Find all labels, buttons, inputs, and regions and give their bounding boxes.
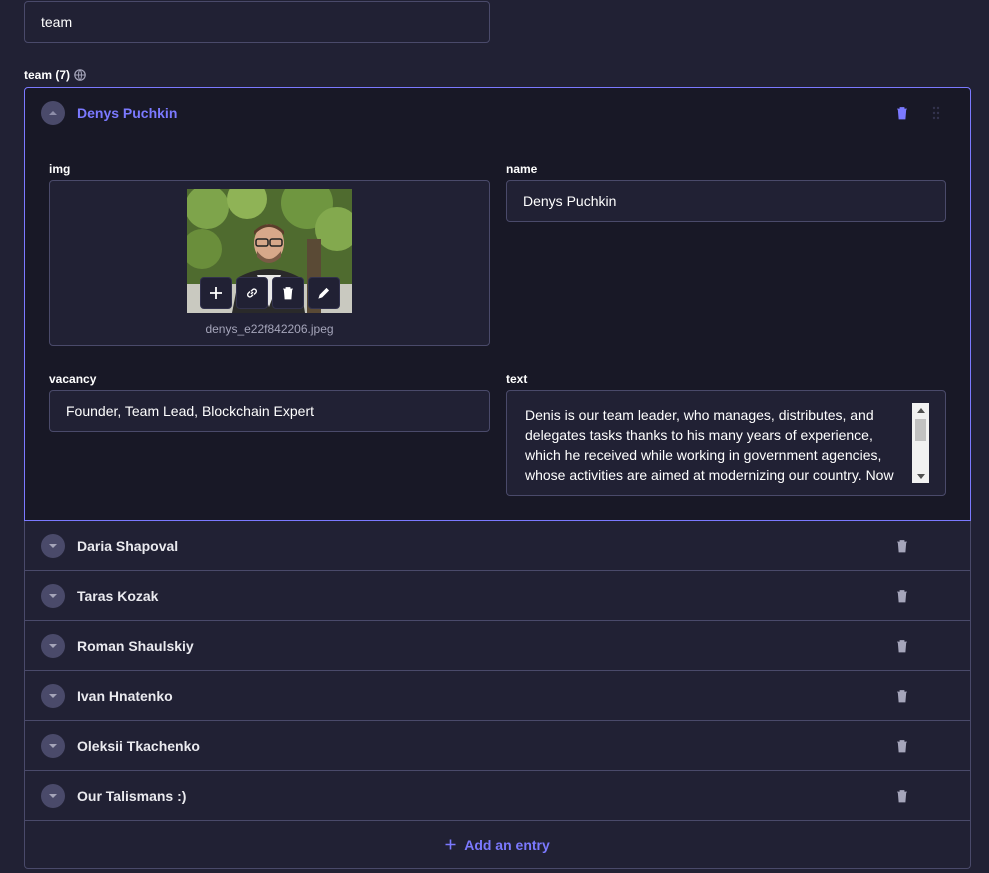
delete-image-icon[interactable]	[272, 277, 304, 309]
trash-icon[interactable]	[894, 588, 910, 604]
vacancy-input[interactable]: Founder, Team Lead, Blockchain Expert	[49, 390, 490, 432]
trash-icon[interactable]	[894, 638, 910, 654]
name-input[interactable]: Denys Puchkin	[506, 180, 946, 222]
globe-icon	[74, 69, 86, 81]
team-section-label: team (7)	[24, 68, 86, 82]
entry-title: Denys Puchkin	[77, 105, 178, 121]
chevron-down-icon[interactable]	[41, 733, 65, 758]
drag-handle-icon[interactable]	[928, 105, 944, 121]
plus-icon	[445, 837, 456, 853]
entry-title: Daria Shapoval	[77, 537, 179, 554]
team-accordion: Denys Puchkin img denys_e22f842206.jpeg …	[24, 87, 971, 869]
chevron-down-icon[interactable]	[41, 533, 65, 558]
trash-icon[interactable]	[894, 738, 910, 754]
entry-header[interactable]: Denys Puchkin	[25, 88, 970, 138]
entry-row[interactable]: Ivan Hnatenko	[24, 671, 971, 721]
entry-title: Our Talismans :)	[77, 787, 187, 804]
chevron-down-icon[interactable]	[41, 783, 65, 808]
entry-row[interactable]: Taras Kozak	[24, 571, 971, 621]
trash-icon[interactable]	[894, 688, 910, 704]
entry-row[interactable]: Daria Shapoval	[24, 521, 971, 571]
entry-title: Roman Shaulskiy	[77, 637, 194, 654]
scrollbar-thumb[interactable]	[915, 419, 926, 441]
img-label: img	[49, 162, 71, 176]
add-icon[interactable]	[200, 277, 232, 309]
trash-icon[interactable]	[894, 538, 910, 554]
vacancy-label: vacancy	[49, 372, 97, 386]
entry-row[interactable]: Oleksii Tkachenko	[24, 721, 971, 771]
link-icon[interactable]	[236, 277, 268, 309]
entry-title: Taras Kozak	[77, 587, 159, 604]
collection-name-input[interactable]: team	[24, 1, 490, 43]
chevron-down-icon[interactable]	[41, 583, 65, 608]
scroll-up-arrow-icon[interactable]	[912, 403, 929, 417]
team-section-title: team (7)	[24, 68, 71, 82]
name-label: name	[506, 162, 538, 176]
chevron-down-icon[interactable]	[41, 633, 65, 658]
text-label: text	[506, 372, 528, 386]
photo-actions	[200, 277, 340, 309]
entry-title: Oleksii Tkachenko	[77, 737, 200, 754]
entry-row[interactable]: Roman Shaulskiy	[24, 621, 971, 671]
text-textarea[interactable]: Denis is our team leader, who manages, d…	[507, 391, 945, 483]
textarea-scrollbar[interactable]	[912, 403, 929, 483]
text-textarea-box[interactable]: Denis is our team leader, who manages, d…	[506, 390, 946, 496]
add-entry-button[interactable]: Add an entry	[24, 821, 971, 869]
chevron-down-icon[interactable]	[41, 683, 65, 708]
entry-row[interactable]: Our Talismans :)	[24, 771, 971, 821]
chevron-up-icon[interactable]	[41, 101, 65, 125]
trash-icon[interactable]	[894, 788, 910, 804]
add-entry-label: Add an entry	[464, 836, 550, 853]
trash-icon[interactable]	[894, 105, 910, 121]
scroll-down-arrow-icon[interactable]	[912, 469, 929, 483]
img-upload-box: denys_e22f842206.jpeg	[49, 180, 490, 346]
image-filename: denys_e22f842206.jpeg	[205, 322, 334, 336]
edit-icon[interactable]	[308, 277, 340, 309]
entry-denys-puchkin: Denys Puchkin img denys_e22f842206.jpeg …	[24, 87, 971, 521]
entry-title: Ivan Hnatenko	[77, 687, 173, 704]
